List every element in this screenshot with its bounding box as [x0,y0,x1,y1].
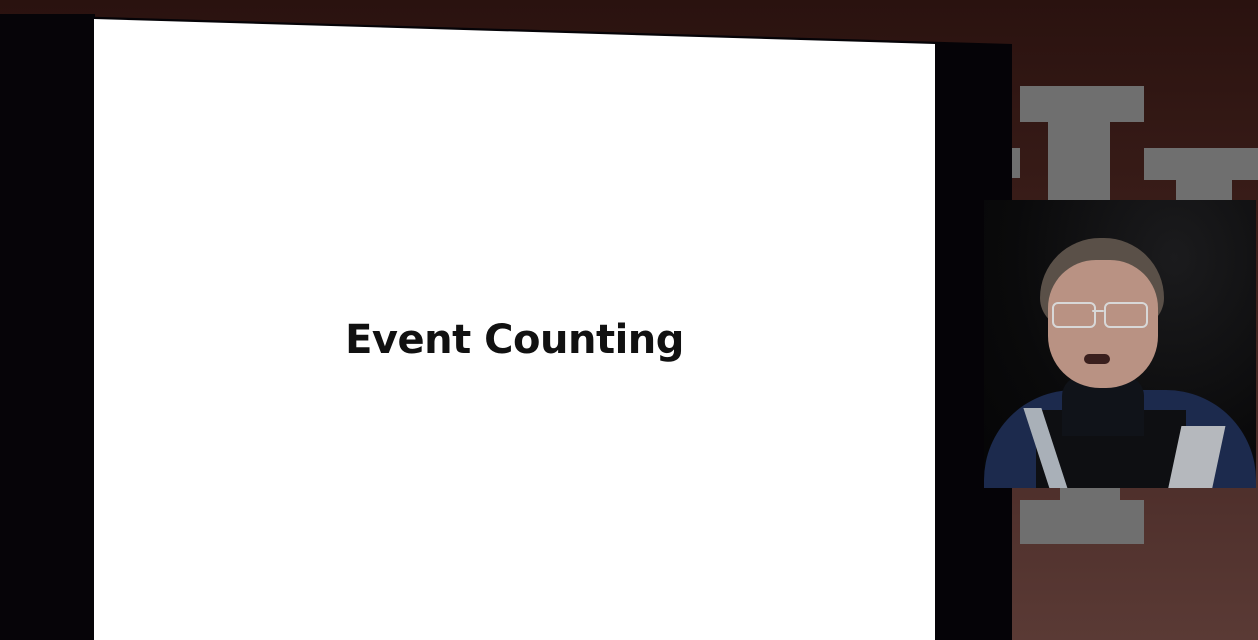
wall-logo-piece [1020,500,1144,544]
wall-logo-piece [1012,148,1020,178]
presenter-glasses [1052,302,1148,328]
projector-screen-left-border [0,14,95,640]
presentation-slide: Event Counting [94,19,935,640]
video-frame: Event Counting [0,0,1258,640]
wall-logo-piece [1048,120,1110,206]
wall-logo-piece [1144,148,1258,180]
wall-logo-piece [1020,86,1144,122]
presenter-webcam [984,200,1256,488]
slide-title: Event Counting [345,317,684,363]
wall-logo-piece [1060,486,1120,500]
presenter-mouth [1084,354,1110,364]
